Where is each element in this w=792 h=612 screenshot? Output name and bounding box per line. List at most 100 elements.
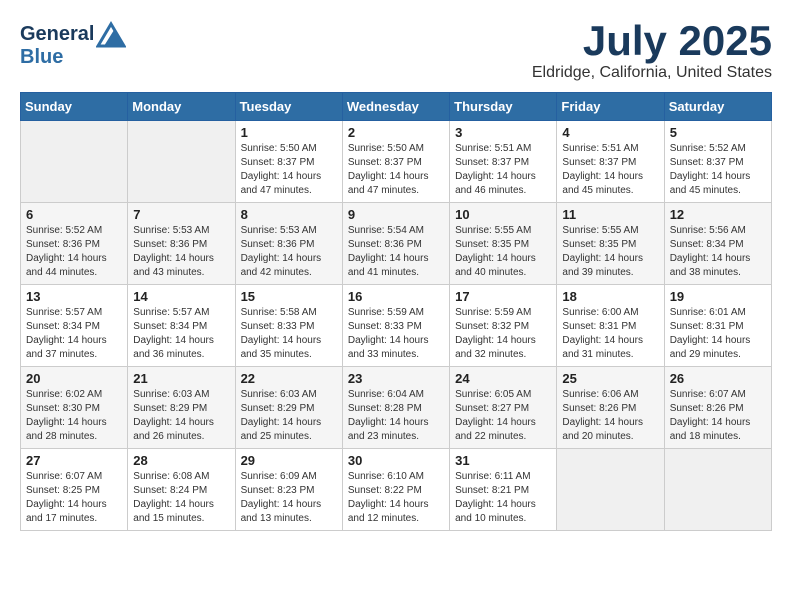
day-detail: Sunrise: 5:53 AM Sunset: 8:36 PM Dayligh… (241, 224, 337, 280)
day-detail: Sunrise: 6:05 AM Sunset: 8:27 PM Dayligh… (455, 388, 551, 444)
day-number: 27 (26, 453, 122, 468)
day-number: 17 (455, 289, 551, 304)
logo-text-blue: Blue (20, 46, 126, 69)
week-row-1: 1Sunrise: 5:50 AM Sunset: 8:37 PM Daylig… (21, 121, 772, 203)
title-block: July 2025 Eldridge, California, United S… (532, 20, 772, 82)
day-number: 18 (562, 289, 658, 304)
weekday-header-monday: Monday (128, 93, 235, 121)
day-number: 4 (562, 125, 658, 140)
calendar-cell: 10 Sunrise: 5:55 AM Sunset: 8:35 PM Dayli… (450, 203, 557, 285)
calendar-cell: 1Sunrise: 5:50 AM Sunset: 8:37 PM Daylig… (235, 121, 342, 203)
day-number: 3 (455, 125, 551, 140)
calendar-cell: 21Sunrise: 6:03 AM Sunset: 8:29 PM Dayli… (128, 367, 235, 449)
day-number: 7 (133, 207, 229, 222)
weekday-header-sunday: Sunday (21, 93, 128, 121)
day-detail: Sunrise: 6:03 AM Sunset: 8:29 PM Dayligh… (241, 388, 337, 444)
day-detail: Sunrise: 5:51 AM Sunset: 8:37 PM Dayligh… (562, 142, 658, 198)
calendar-cell: 11 Sunrise: 5:55 AM Sunset: 8:35 PM Dayli… (557, 203, 664, 285)
calendar-cell: 15 Sunrise: 5:58 AM Sunset: 8:33 PM Dayli… (235, 285, 342, 367)
day-number: 12 (670, 207, 766, 222)
logo: General Blue (20, 20, 126, 69)
calendar-cell: 5 Sunrise: 5:52 AM Sunset: 8:37 PM Daylig… (664, 121, 771, 203)
day-detail: Sunrise: 6:06 AM Sunset: 8:26 PM Dayligh… (562, 388, 658, 444)
day-number: 29 (241, 453, 337, 468)
day-detail: Sunrise: 5:54 AM Sunset: 8:36 PM Dayligh… (348, 224, 444, 280)
calendar-cell (664, 449, 771, 531)
calendar-cell (128, 121, 235, 203)
calendar-cell: 9 Sunrise: 5:54 AM Sunset: 8:36 PM Daylig… (342, 203, 449, 285)
day-number: 28 (133, 453, 229, 468)
day-detail: Sunrise: 5:58 AM Sunset: 8:33 PM Dayligh… (241, 306, 337, 362)
day-detail: Sunrise: 6:01 AM Sunset: 8:31 PM Dayligh… (670, 306, 766, 362)
calendar-cell: 17 Sunrise: 5:59 AM Sunset: 8:32 PM Dayli… (450, 285, 557, 367)
day-detail: Sunrise: 5:50 AM Sunset: 8:37 PM Dayligh… (348, 142, 444, 198)
day-number: 21 (133, 371, 229, 386)
day-number: 10 (455, 207, 551, 222)
day-detail: Sunrise: 5:52 AM Sunset: 8:37 PM Dayligh… (670, 142, 766, 198)
day-number: 22 (241, 371, 337, 386)
weekday-header-saturday: Saturday (664, 93, 771, 121)
day-number: 20 (26, 371, 122, 386)
week-row-5: 27Sunrise: 6:07 AM Sunset: 8:25 PM Dayli… (21, 449, 772, 531)
calendar-cell: 26 Sunrise: 6:07 AM Sunset: 8:26 PM Dayli… (664, 367, 771, 449)
calendar-cell: 16Sunrise: 5:59 AM Sunset: 8:33 PM Dayli… (342, 285, 449, 367)
calendar-cell: 2Sunrise: 5:50 AM Sunset: 8:37 PM Daylig… (342, 121, 449, 203)
calendar-cell: 31 Sunrise: 6:11 AM Sunset: 8:21 PM Dayli… (450, 449, 557, 531)
day-number: 31 (455, 453, 551, 468)
day-number: 25 (562, 371, 658, 386)
day-detail: Sunrise: 6:11 AM Sunset: 8:21 PM Dayligh… (455, 470, 551, 526)
day-detail: Sunrise: 5:55 AM Sunset: 8:35 PM Dayligh… (562, 224, 658, 280)
day-number: 13 (26, 289, 122, 304)
calendar-cell: 18 Sunrise: 6:00 AM Sunset: 8:31 PM Dayli… (557, 285, 664, 367)
day-detail: Sunrise: 6:08 AM Sunset: 8:24 PM Dayligh… (133, 470, 229, 526)
calendar-cell: 23Sunrise: 6:04 AM Sunset: 8:28 PM Dayli… (342, 367, 449, 449)
logo-text-general: General (20, 24, 94, 44)
calendar-cell: 19 Sunrise: 6:01 AM Sunset: 8:31 PM Dayli… (664, 285, 771, 367)
day-detail: Sunrise: 6:04 AM Sunset: 8:28 PM Dayligh… (348, 388, 444, 444)
calendar-cell: 6 Sunrise: 5:52 AM Sunset: 8:36 PM Daylig… (21, 203, 128, 285)
calendar-cell: 25 Sunrise: 6:06 AM Sunset: 8:26 PM Dayli… (557, 367, 664, 449)
calendar-cell: 27Sunrise: 6:07 AM Sunset: 8:25 PM Dayli… (21, 449, 128, 531)
day-detail: Sunrise: 6:02 AM Sunset: 8:30 PM Dayligh… (26, 388, 122, 444)
month-title: July 2025 (532, 20, 772, 62)
calendar-cell: 3Sunrise: 5:51 AM Sunset: 8:37 PM Daylig… (450, 121, 557, 203)
week-row-3: 13 Sunrise: 5:57 AM Sunset: 8:34 PM Dayli… (21, 285, 772, 367)
calendar-cell: 8Sunrise: 5:53 AM Sunset: 8:36 PM Daylig… (235, 203, 342, 285)
calendar-cell: 14 Sunrise: 5:57 AM Sunset: 8:34 PM Dayli… (128, 285, 235, 367)
calendar-cell: 13Sunrise: 5:57 AM Sunset: 8:34 PM Dayli… (21, 285, 128, 367)
day-detail: Sunrise: 6:07 AM Sunset: 8:26 PM Dayligh… (670, 388, 766, 444)
day-detail: Sunrise: 6:00 AM Sunset: 8:31 PM Dayligh… (562, 306, 658, 362)
day-number: 5 (670, 125, 766, 140)
day-detail: Sunrise: 5:55 AM Sunset: 8:35 PM Dayligh… (455, 224, 551, 280)
day-number: 24 (455, 371, 551, 386)
day-number: 11 (562, 207, 658, 222)
calendar-cell: 4 Sunrise: 5:51 AM Sunset: 8:37 PM Daylig… (557, 121, 664, 203)
day-detail: Sunrise: 5:53 AM Sunset: 8:36 PM Dayligh… (133, 224, 229, 280)
day-number: 30 (348, 453, 444, 468)
calendar-cell: 28 Sunrise: 6:08 AM Sunset: 8:24 PM Dayli… (128, 449, 235, 531)
day-number: 26 (670, 371, 766, 386)
calendar-cell: 29Sunrise: 6:09 AM Sunset: 8:23 PM Dayli… (235, 449, 342, 531)
calendar-cell: 24 Sunrise: 6:05 AM Sunset: 8:27 PM Dayli… (450, 367, 557, 449)
day-number: 6 (26, 207, 122, 222)
day-number: 14 (133, 289, 229, 304)
calendar-cell (21, 121, 128, 203)
day-number: 16 (348, 289, 444, 304)
calendar-cell: 22 Sunrise: 6:03 AM Sunset: 8:29 PM Dayli… (235, 367, 342, 449)
day-detail: Sunrise: 5:57 AM Sunset: 8:34 PM Dayligh… (133, 306, 229, 362)
page-header: General Blue July 2025 Eldridge, Califor… (20, 20, 772, 82)
day-number: 9 (348, 207, 444, 222)
weekday-header-friday: Friday (557, 93, 664, 121)
day-detail: Sunrise: 5:52 AM Sunset: 8:36 PM Dayligh… (26, 224, 122, 280)
day-number: 15 (241, 289, 337, 304)
calendar-cell: 30Sunrise: 6:10 AM Sunset: 8:22 PM Dayli… (342, 449, 449, 531)
calendar-cell: 20 Sunrise: 6:02 AM Sunset: 8:30 PM Dayli… (21, 367, 128, 449)
day-detail: Sunrise: 5:59 AM Sunset: 8:32 PM Dayligh… (455, 306, 551, 362)
calendar-cell: 12Sunrise: 5:56 AM Sunset: 8:34 PM Dayli… (664, 203, 771, 285)
weekday-header-thursday: Thursday (450, 93, 557, 121)
day-number: 19 (670, 289, 766, 304)
week-row-2: 6 Sunrise: 5:52 AM Sunset: 8:36 PM Daylig… (21, 203, 772, 285)
weekday-header-tuesday: Tuesday (235, 93, 342, 121)
weekday-header-row: SundayMondayTuesdayWednesdayThursdayFrid… (21, 93, 772, 121)
logo-icon (96, 20, 126, 48)
